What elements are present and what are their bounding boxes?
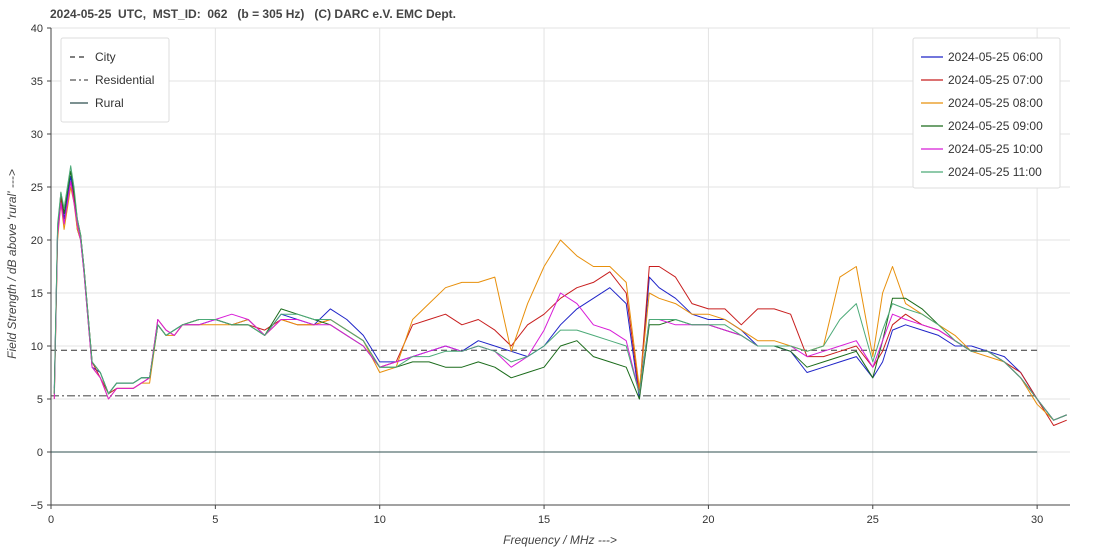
y-tick-label: 30 <box>31 129 43 141</box>
x-tick-label: 0 <box>48 514 54 526</box>
y-tick-label: 20 <box>31 235 43 247</box>
x-tick-label: 10 <box>374 514 386 526</box>
y-tick-label: 40 <box>31 23 43 35</box>
line-chart: −5 0 5 10 15 20 25 30 35 40 0 5 10 15 20 25 30 Frequency… <box>5 23 1070 547</box>
x-tick-label: 20 <box>702 514 714 526</box>
y-tick-label: 5 <box>37 394 43 406</box>
y-tick-label: 0 <box>37 447 43 459</box>
y-tick-label: −5 <box>30 500 43 512</box>
x-tick-label: 5 <box>212 514 218 526</box>
x-tick-label: 30 <box>1031 514 1043 526</box>
y-tick-label: 15 <box>31 288 43 300</box>
reference-legend-label: City <box>95 50 116 64</box>
series-legend-label: 2024-05-25 09:00 <box>948 119 1043 133</box>
x-axis-label: Frequency / MHz ---> <box>503 533 617 547</box>
reference-legend: City Residential Rural <box>60 37 170 123</box>
y-tick-label: 10 <box>31 341 43 353</box>
series-legend: 2024-05-25 06:00 2024-05-25 07:00 2024-05-… <box>912 37 1061 189</box>
series-legend-label: 2024-05-25 07:00 <box>948 73 1043 87</box>
y-tick-label: 25 <box>31 182 43 194</box>
series-legend-label: 2024-05-25 06:00 <box>948 50 1043 64</box>
x-tick-label: 15 <box>538 514 550 526</box>
reference-legend-label: Rural <box>95 96 124 110</box>
series-legend-label: 2024-05-25 11:00 <box>948 165 1042 179</box>
reference-legend-label: Residential <box>95 73 154 87</box>
series-legend-label: 2024-05-25 08:00 <box>948 96 1043 110</box>
y-tick-label: 35 <box>31 76 43 88</box>
series-legend-label: 2024-05-25 10:00 <box>948 142 1043 156</box>
y-axis-label: Field Strength / dB above 'rural' ---> <box>5 169 19 359</box>
x-tick-label: 25 <box>867 514 879 526</box>
